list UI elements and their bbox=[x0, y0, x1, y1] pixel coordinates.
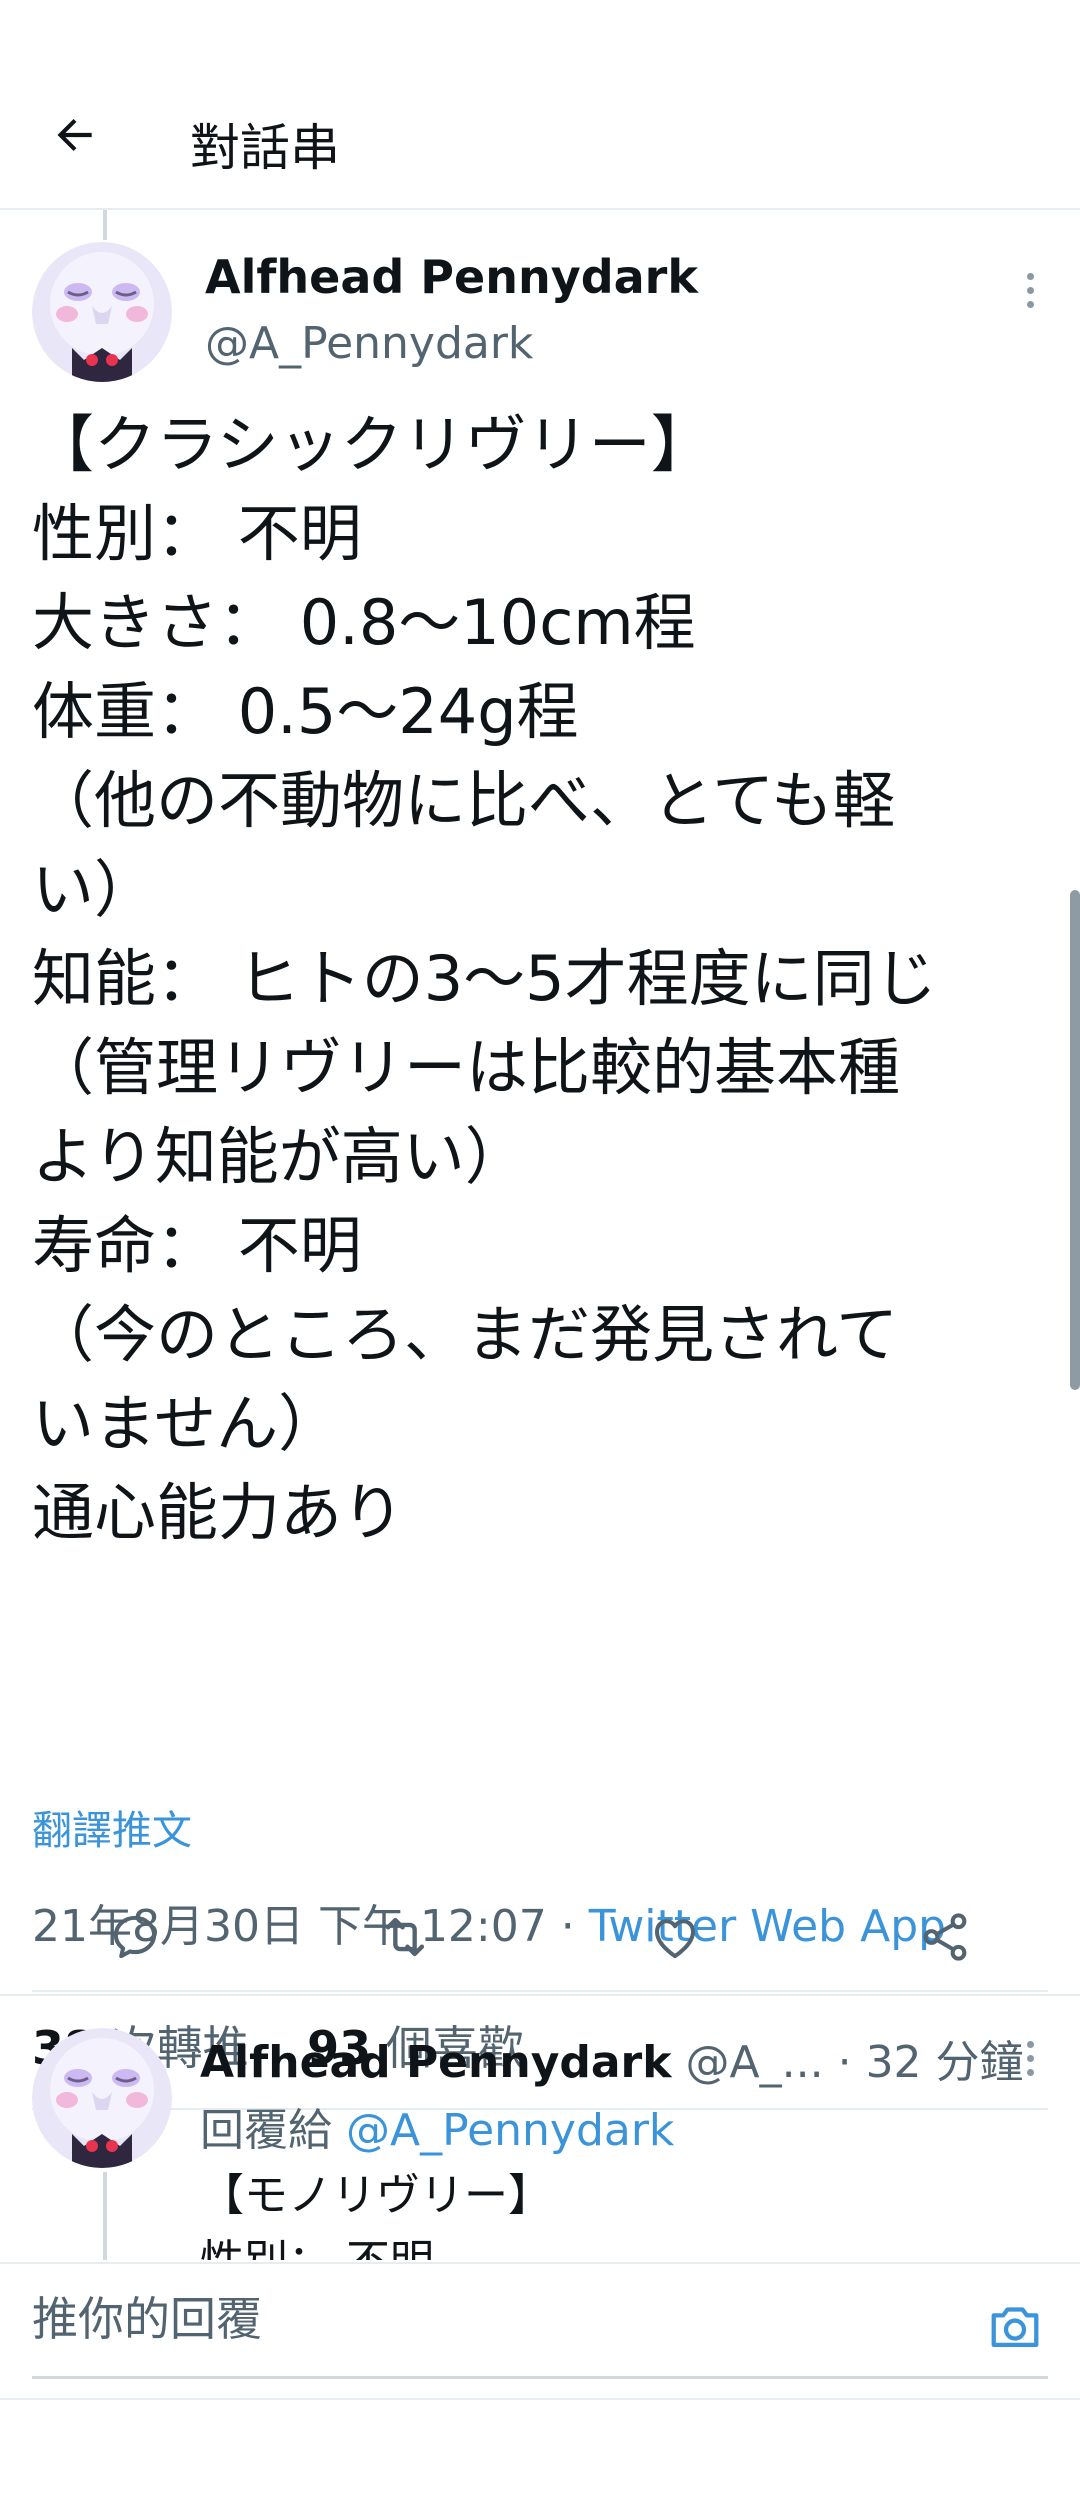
tweet-line: 寿命： 不明 bbox=[32, 1209, 362, 1282]
more-options-button[interactable] bbox=[1010, 260, 1050, 320]
retweet-button[interactable] bbox=[370, 1902, 440, 1972]
arrow-left-icon bbox=[57, 118, 92, 152]
tweet-line: 通心能力あり bbox=[32, 1476, 405, 1549]
more-dots-icon bbox=[1026, 2040, 1034, 2048]
avatar[interactable] bbox=[32, 2028, 172, 2168]
reply-icon bbox=[113, 1915, 157, 1959]
reply-author-handle[interactable]: @A_... bbox=[686, 2037, 824, 2088]
app-header: 對話串 bbox=[0, 0, 1080, 210]
reply-line: 【モノリヴリー】 bbox=[200, 2170, 552, 2221]
reply-line: 性別： 不明 bbox=[200, 2229, 552, 2260]
tweet-line: 性別： 不明 bbox=[32, 497, 362, 570]
reply-to-label: 回覆給 bbox=[200, 2105, 332, 2156]
tweet-line: いません） bbox=[32, 1387, 341, 1460]
tweet-line: 体重： 0.5〜24g程 bbox=[32, 675, 579, 748]
reply-more-options-button[interactable] bbox=[1010, 2028, 1050, 2088]
translate-tweet-link[interactable]: 翻譯推文 bbox=[32, 1798, 192, 1856]
author-name[interactable]: Alfhead Pennydark bbox=[205, 250, 698, 304]
add-photo-button[interactable] bbox=[980, 2294, 1050, 2358]
retweet-icon bbox=[385, 1917, 425, 1957]
tweet-line: （管理リヴリーは比較的基本種 bbox=[32, 1031, 901, 1104]
reply-time: · 32 分鐘 bbox=[837, 2037, 1024, 2088]
like-button[interactable] bbox=[640, 1902, 710, 1972]
tweet-line: 【クラシックリヴリー】 bbox=[32, 408, 713, 481]
reply-header: Alfhead Pennydark @A_... · 32 分鐘 bbox=[200, 2026, 1024, 2090]
replying-to: 回覆給 @A_Pennydark bbox=[200, 2094, 674, 2158]
reply-text: 【モノリヴリー】 性別： 不明 bbox=[200, 2163, 552, 2260]
back-button[interactable] bbox=[40, 100, 110, 170]
avatar[interactable] bbox=[32, 242, 172, 382]
tweet-line: （今のところ、まだ発見されて bbox=[32, 1298, 899, 1371]
tweet-text: 【クラシックリヴリー】 性別： 不明 大きさ： 0.8〜10cm程 体重： 0.… bbox=[32, 400, 1052, 1557]
reply-tweet[interactable]: Alfhead Pennydark @A_... · 32 分鐘 回覆給 @A_… bbox=[0, 2000, 1080, 2260]
tweet-line: より知能が高い） bbox=[32, 1120, 527, 1193]
divider bbox=[32, 1990, 1048, 1992]
camera-icon bbox=[991, 2307, 1039, 2348]
more-dots-icon bbox=[1026, 272, 1034, 280]
author-handle[interactable]: @A_Pennydark bbox=[205, 318, 533, 369]
reply-compose-bar bbox=[0, 2262, 1080, 2382]
share-icon bbox=[923, 1913, 967, 1961]
section-divider bbox=[0, 1994, 1080, 1996]
tweet-line: い） bbox=[32, 853, 157, 926]
tweet-line: 大きさ： 0.8〜10cm程 bbox=[32, 586, 696, 659]
tweet-action-bar bbox=[0, 1880, 1080, 1990]
thread-connector bbox=[103, 2172, 107, 2260]
reply-to-mention[interactable]: @A_Pennydark bbox=[346, 2105, 674, 2156]
reply-input[interactable] bbox=[32, 2292, 932, 2346]
reply-author-name[interactable]: Alfhead Pennydark bbox=[200, 2037, 672, 2088]
share-button[interactable] bbox=[910, 1902, 980, 1972]
page-title: 對話串 bbox=[190, 119, 340, 177]
reply-button[interactable] bbox=[100, 1902, 170, 1972]
tweet-line: （他の不動物に比べ、とても軽 bbox=[32, 764, 896, 837]
bottom-divider bbox=[0, 2398, 1080, 2400]
heart-icon bbox=[654, 1919, 696, 1959]
tweet-line: 知能： ヒトの3〜5才程度に同じ bbox=[32, 942, 937, 1015]
thread-connector bbox=[103, 210, 107, 240]
scrollbar[interactable] bbox=[1070, 890, 1080, 1390]
input-underline bbox=[32, 2376, 1048, 2379]
